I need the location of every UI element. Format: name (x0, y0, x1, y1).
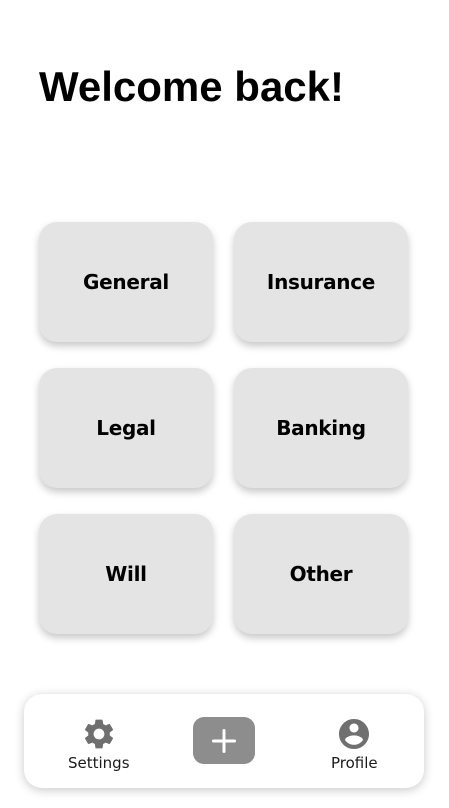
gear-icon (81, 716, 117, 752)
add-button[interactable] (193, 717, 255, 764)
page-title: Welcome back! (39, 63, 345, 110)
bottom-nav-bar: Settings Profile (24, 694, 424, 788)
user-circle-icon (336, 716, 372, 752)
nav-profile-label: Profile (331, 754, 378, 772)
category-card-banking[interactable]: Banking (234, 368, 408, 488)
category-grid: General Insurance Legal Banking Will Oth… (39, 222, 408, 634)
category-label: Other (289, 562, 353, 586)
category-card-will[interactable]: Will (39, 514, 213, 634)
nav-settings-label: Settings (68, 754, 130, 772)
category-label: Banking (276, 416, 366, 440)
nav-profile-button[interactable]: Profile (331, 716, 378, 772)
plus-icon (212, 728, 236, 753)
category-label: Insurance (266, 270, 376, 294)
category-label: Will (105, 562, 147, 586)
category-card-legal[interactable]: Legal (39, 368, 213, 488)
category-card-general[interactable]: General (39, 222, 213, 342)
category-card-other[interactable]: Other (234, 514, 408, 634)
category-label: General (83, 270, 169, 294)
category-card-insurance[interactable]: Insurance (234, 222, 408, 342)
category-label: Legal (96, 416, 156, 440)
nav-settings-button[interactable]: Settings (68, 716, 130, 772)
